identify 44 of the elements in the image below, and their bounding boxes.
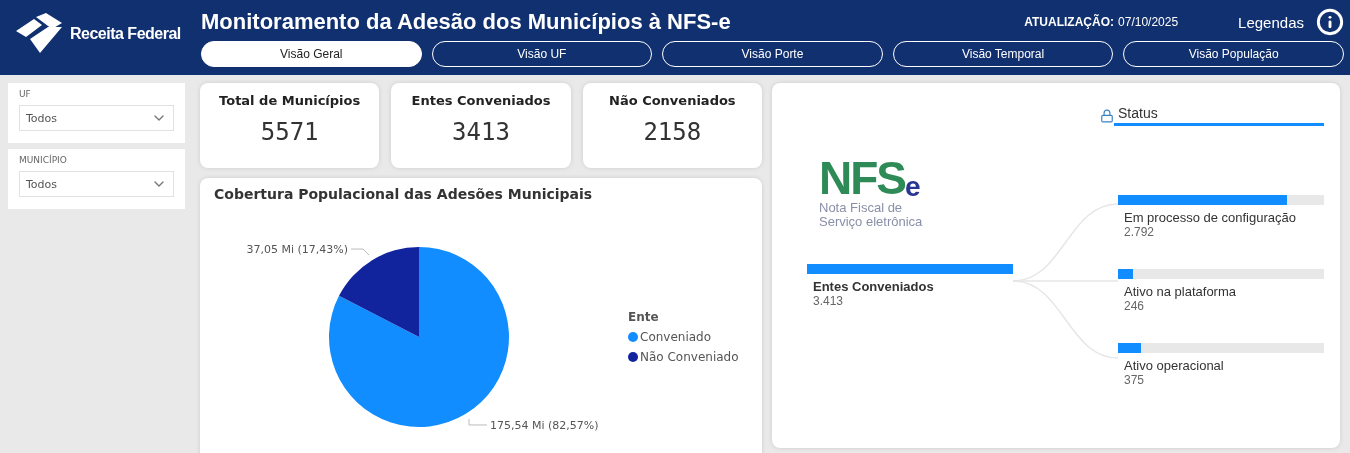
bar-track[interactable] <box>1118 195 1324 205</box>
legend-link[interactable]: Legendas <box>1238 13 1304 31</box>
brand-name: Receita Federal <box>70 24 181 43</box>
bar-track[interactable] <box>1118 269 1324 279</box>
filter-dropdown[interactable]: Todos <box>19 171 174 197</box>
kpi-label: Total de Municípios <box>219 93 361 108</box>
kpi-value: 5571 <box>260 118 319 146</box>
bar-track[interactable] <box>1118 343 1324 353</box>
update-label: ATUALIZAÇÃO: <box>1024 15 1115 29</box>
logo-subtitle: Serviço eletrônica <box>819 214 924 229</box>
node-label: Ativo operacional <box>1124 358 1225 373</box>
nfse-logo: NFSe <box>819 155 922 201</box>
legend-label: Não Conveniado <box>640 350 739 364</box>
kpi-value: 2158 <box>643 118 702 146</box>
node-label: Entes Conveniados <box>813 279 935 295</box>
node-value: 3.413 <box>813 294 845 309</box>
legend-dot <box>628 352 638 362</box>
data-label: 37,05 Mi (17,43%) <box>246 243 348 257</box>
kpi-value: 3413 <box>452 118 510 146</box>
lock-icon <box>1100 108 1114 123</box>
update-date: 07/10/2025 <box>1118 15 1179 29</box>
data-label: 175,54 Mi (82,57%) <box>490 418 599 432</box>
node-bar[interactable] <box>807 264 1013 275</box>
logo-subtitle: Nota Fiscal de <box>819 201 904 215</box>
node-value: 246 <box>1124 299 1146 313</box>
leader-line <box>468 418 488 426</box>
filter-label: MUNICÍPIO <box>19 155 68 165</box>
info-icon[interactable] <box>1316 8 1344 36</box>
legend-title: Ente <box>628 310 660 324</box>
view-tab[interactable]: Visão Geral <box>201 41 422 67</box>
node-value: 2.792 <box>1124 225 1156 239</box>
node-value: 375 <box>1124 373 1146 387</box>
legend-dot <box>628 332 638 342</box>
node-label: Em processo de configuração <box>1124 210 1297 225</box>
chart-title: Cobertura Populacional das Adesões Municipais <box>214 186 594 202</box>
filter-dropdown[interactable]: Todos <box>19 105 174 131</box>
kpi-label: Não Conveniados <box>609 93 736 108</box>
kpi-label: Entes Conveniados <box>411 93 551 108</box>
legend-label: Conveniado <box>640 330 712 344</box>
node-label: Ativo na plataforma <box>1124 284 1237 299</box>
level-header: Status <box>1114 105 1324 126</box>
filter-label: UF <box>19 89 32 99</box>
leader-line <box>350 248 370 256</box>
dashboard-title: Monitoramento da Adesão dos Municípios à NFS-e <box>201 9 732 35</box>
